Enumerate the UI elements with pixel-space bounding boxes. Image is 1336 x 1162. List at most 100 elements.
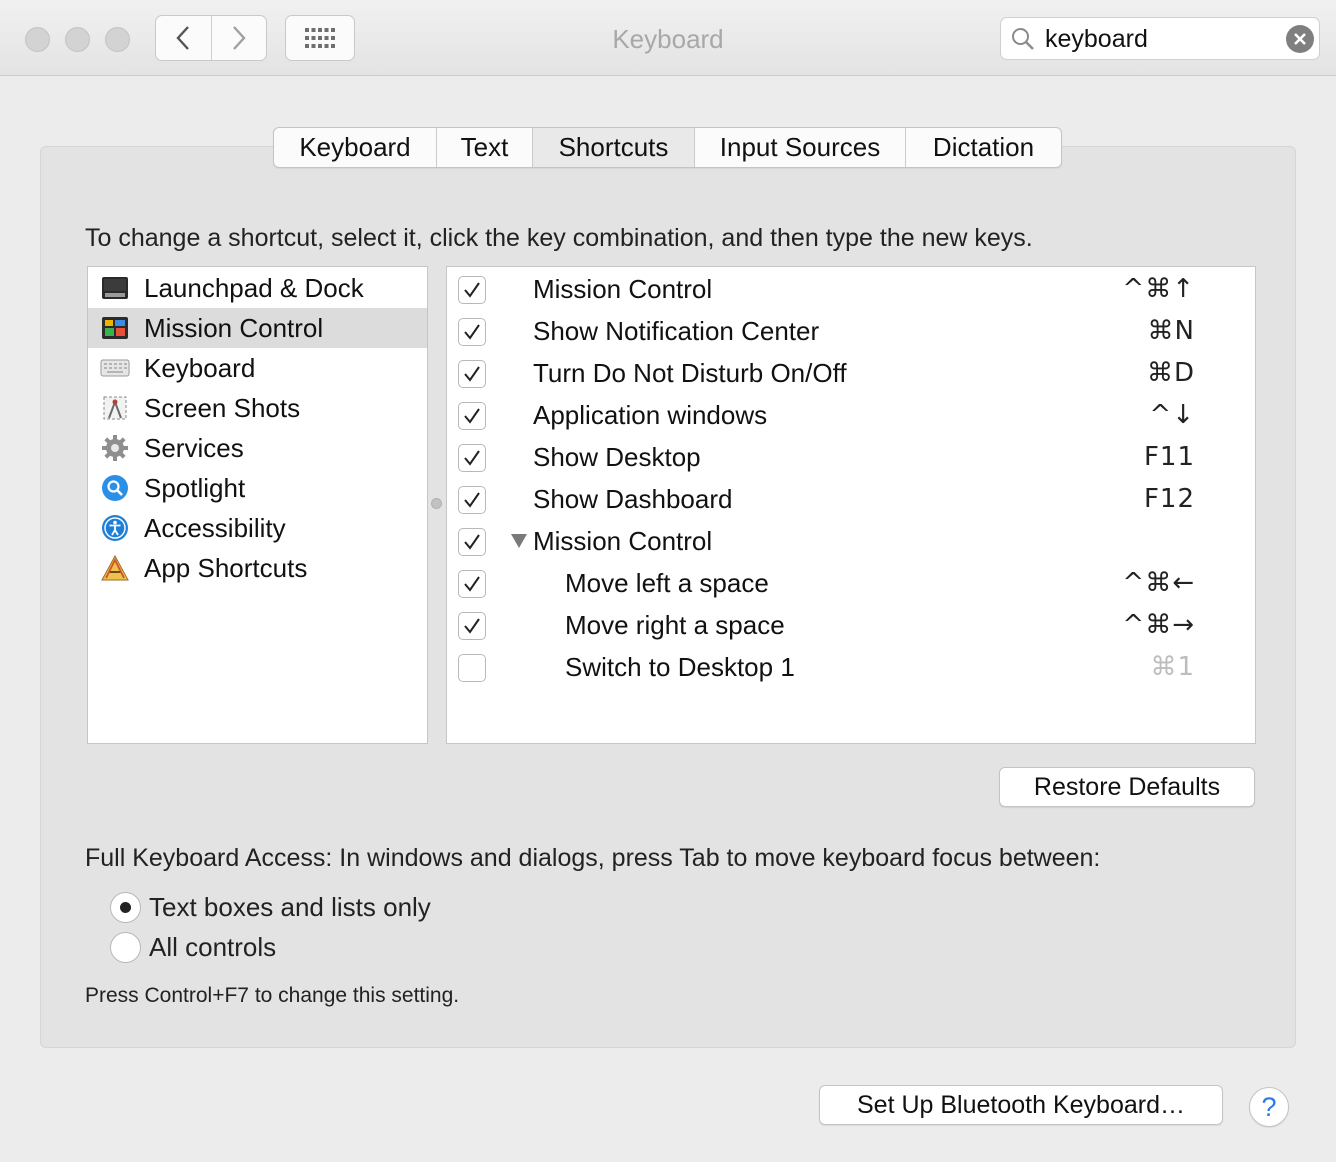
- category-services[interactable]: Services: [88, 428, 427, 468]
- category-screen-shots[interactable]: Screen Shots: [88, 388, 427, 428]
- spotlight-icon: [100, 473, 130, 503]
- shortcut-label: Mission Control: [533, 526, 713, 556]
- minimize-window-button[interactable]: [65, 27, 90, 52]
- category-app-shortcuts[interactable]: App Shortcuts: [88, 548, 427, 588]
- full-keyboard-access-label: Full Keyboard Access: In windows and dia…: [85, 844, 1101, 872]
- shortcut-row[interactable]: Turn Do Not Disturb On/Off ⌘D: [447, 353, 1255, 395]
- shortcut-keys[interactable]: ⌘1: [1150, 652, 1195, 682]
- shortcut-category-list: Launchpad & Dock Mission Control Keyboar…: [87, 266, 428, 744]
- category-launchpad-dock[interactable]: Launchpad & Dock: [88, 268, 427, 308]
- shortcut-keys[interactable]: ^⌘←: [1122, 568, 1195, 598]
- clear-search-button[interactable]: [1286, 25, 1314, 53]
- shortcut-checkbox[interactable]: [458, 486, 486, 514]
- tab-bar: Keyboard Text Shortcuts Input Sources Di…: [273, 127, 1062, 168]
- checkmark-icon: [464, 366, 480, 382]
- shortcut-label: Turn Do Not Disturb On/Off: [533, 358, 847, 388]
- zoom-window-button[interactable]: [105, 27, 130, 52]
- shortcut-label: Show Desktop: [533, 442, 701, 472]
- radio-all-controls[interactable]: All controls: [110, 932, 276, 963]
- restore-defaults-button[interactable]: Restore Defaults: [999, 767, 1255, 807]
- app-shortcuts-icon: [100, 553, 130, 583]
- close-window-button[interactable]: [25, 27, 50, 52]
- tab-keyboard[interactable]: Keyboard: [274, 128, 436, 167]
- radio-text-boxes-lists[interactable]: Text boxes and lists only: [110, 892, 431, 923]
- shortcut-row[interactable]: Show Desktop F11: [447, 437, 1255, 479]
- shortcut-label: Move right a space: [565, 610, 785, 640]
- radio-button[interactable]: [110, 892, 141, 923]
- shortcut-checkbox[interactable]: [458, 276, 486, 304]
- category-accessibility[interactable]: Accessibility: [88, 508, 427, 548]
- shortcut-label: Mission Control: [533, 274, 713, 304]
- shortcut-checkbox[interactable]: [458, 570, 486, 598]
- checkmark-icon: [464, 282, 480, 298]
- shortcut-label: Move left a space: [565, 568, 769, 598]
- back-button[interactable]: [156, 16, 211, 60]
- checkmark-icon: [464, 492, 480, 508]
- checkmark-icon: [464, 408, 480, 424]
- mission-control-icon: [100, 313, 130, 343]
- shortcut-keys[interactable]: ⌘N: [1148, 316, 1195, 346]
- shortcut-keys[interactable]: ^↓: [1149, 400, 1195, 430]
- shortcut-group-row[interactable]: Mission Control: [447, 521, 1255, 563]
- instructions-text: To change a shortcut, select it, click t…: [85, 224, 1033, 252]
- shortcut-checkbox[interactable]: [458, 318, 486, 346]
- gear-icon: [100, 433, 130, 463]
- grid-icon: [305, 28, 335, 48]
- disclosure-triangle-icon[interactable]: [511, 534, 527, 548]
- shortcut-checkbox[interactable]: [458, 654, 486, 682]
- shortcut-list: Mission Control ^⌘↑ Show Notification Ce…: [446, 266, 1256, 744]
- setup-bluetooth-keyboard-button[interactable]: Set Up Bluetooth Keyboard…: [819, 1085, 1223, 1125]
- shortcut-row[interactable]: Application windows ^↓: [447, 395, 1255, 437]
- checkmark-icon: [464, 450, 480, 466]
- chevron-right-icon: [232, 26, 246, 50]
- checkmark-icon: [464, 534, 480, 550]
- tab-text[interactable]: Text: [436, 128, 532, 167]
- keyboard-access-hint: Press Control+F7 to change this setting.: [85, 984, 460, 1007]
- tab-shortcuts[interactable]: Shortcuts: [532, 128, 694, 167]
- shortcut-row[interactable]: Show Dashboard F12: [447, 479, 1255, 521]
- help-button[interactable]: ?: [1249, 1087, 1289, 1127]
- shortcut-checkbox[interactable]: [458, 528, 486, 556]
- search-icon: [1012, 28, 1034, 50]
- shortcut-row[interactable]: Move right a space ^⌘→: [447, 605, 1255, 647]
- shortcut-label: Show Dashboard: [533, 484, 733, 514]
- category-mission-control[interactable]: Mission Control: [88, 308, 427, 348]
- shortcut-label: Switch to Desktop 1: [565, 652, 795, 682]
- shortcut-checkbox[interactable]: [458, 402, 486, 430]
- tab-dictation[interactable]: Dictation: [905, 128, 1061, 167]
- keyboard-icon: [100, 353, 130, 383]
- chevron-left-icon: [176, 26, 190, 50]
- close-icon: [1294, 33, 1306, 45]
- shortcut-label: Application windows: [533, 400, 768, 430]
- shortcut-label: Show Notification Center: [533, 316, 820, 346]
- checkmark-icon: [464, 618, 480, 634]
- shortcut-keys[interactable]: ⌘D: [1147, 358, 1195, 388]
- shortcut-checkbox[interactable]: [458, 360, 486, 388]
- shortcut-row[interactable]: Mission Control ^⌘↑: [447, 269, 1255, 311]
- launchpad-dock-icon: [100, 273, 130, 303]
- tab-input-sources[interactable]: Input Sources: [694, 128, 905, 167]
- accessibility-icon: [100, 513, 130, 543]
- shortcut-keys[interactable]: ^⌘→: [1122, 610, 1195, 640]
- title-bar: Keyboard: [0, 0, 1336, 76]
- search-field[interactable]: [1000, 17, 1320, 60]
- checkmark-icon: [464, 324, 480, 340]
- shortcut-keys[interactable]: ^⌘↑: [1122, 274, 1195, 304]
- category-keyboard[interactable]: Keyboard: [88, 348, 427, 388]
- screenshot-icon: [100, 393, 130, 423]
- category-spotlight[interactable]: Spotlight: [88, 468, 427, 508]
- radio-button[interactable]: [110, 932, 141, 963]
- shortcut-row[interactable]: Move left a space ^⌘←: [447, 563, 1255, 605]
- show-all-button[interactable]: [285, 15, 355, 61]
- back-forward-group: [155, 15, 267, 61]
- shortcut-row[interactable]: Switch to Desktop 1 ⌘1: [447, 647, 1255, 689]
- shortcut-checkbox[interactable]: [458, 444, 486, 472]
- shortcut-keys[interactable]: F12: [1144, 484, 1195, 514]
- shortcut-row[interactable]: Show Notification Center ⌘N: [447, 311, 1255, 353]
- split-view-divider[interactable]: [431, 498, 442, 509]
- search-input[interactable]: [1045, 22, 1275, 56]
- forward-button[interactable]: [210, 16, 267, 60]
- checkmark-icon: [464, 576, 480, 592]
- shortcut-checkbox[interactable]: [458, 612, 486, 640]
- shortcut-keys[interactable]: F11: [1144, 442, 1195, 472]
